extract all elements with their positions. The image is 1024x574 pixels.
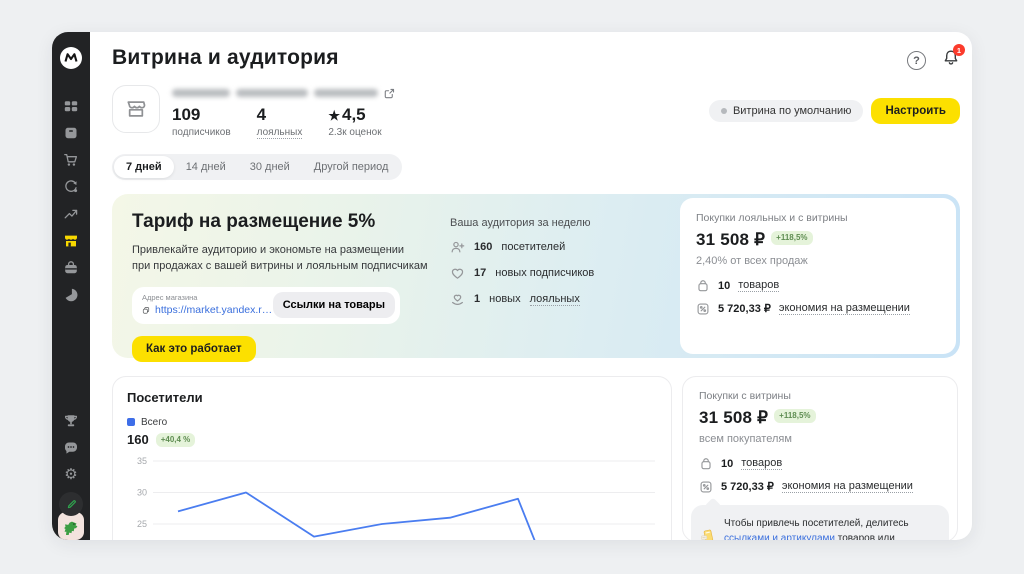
- customers-return-icon[interactable]: [63, 179, 79, 195]
- sidebar: ⚙: [52, 32, 90, 540]
- notifications-bell-icon[interactable]: 1: [942, 44, 965, 72]
- stat-subscribers: 109 подписчиков: [172, 105, 231, 138]
- visitors-title: Посетители: [127, 389, 203, 405]
- percent-icon: [700, 481, 712, 493]
- settings-gear-icon[interactable]: ⚙: [63, 467, 79, 483]
- tab-7-days[interactable]: 7 дней: [114, 155, 174, 178]
- store-name-redacted[interactable]: [172, 86, 395, 100]
- svg-text:30: 30: [137, 487, 147, 497]
- app-window: ⚙ Витрина и аудитория ? 1 109 подписчико…: [52, 32, 972, 540]
- person-plus-icon: [451, 241, 465, 252]
- tab-14-days[interactable]: 14 дней: [174, 156, 238, 178]
- dino-avatar[interactable]: [58, 512, 84, 540]
- percent-icon: [697, 303, 709, 315]
- stat-loyal: 4 лояльных: [256, 105, 303, 139]
- chart-legend[interactable]: Всего: [127, 417, 657, 428]
- notification-count-badge: 1: [953, 44, 965, 56]
- store-summary: 109 подписчиков 4 лояльных ★ 4,5 2.3к оце…: [112, 85, 960, 139]
- store-address-field: Адрес магазина https://market.yandex.ru/…: [132, 286, 400, 324]
- loyal-purchases-delta-badge: +118,5%: [771, 230, 813, 245]
- external-link-icon[interactable]: [384, 88, 395, 99]
- tariff-banner: Тариф на размещение 5% Привлекайте аудит…: [112, 193, 960, 362]
- visitors-delta-badge: +40,4 %: [155, 432, 196, 447]
- products-count-row: 10 товаров: [696, 279, 940, 293]
- savings-link[interactable]: экономия на размещении: [781, 480, 913, 494]
- help-icon[interactable]: ?: [907, 51, 926, 70]
- finance-wallet-icon[interactable]: [63, 260, 79, 276]
- analytics-trend-icon[interactable]: [63, 206, 79, 222]
- products-box-icon[interactable]: [63, 125, 79, 141]
- showcase-storefront-icon[interactable]: [63, 233, 79, 249]
- tab-custom-period[interactable]: Другой период: [302, 156, 401, 178]
- products-link[interactable]: товаров: [738, 279, 780, 293]
- address-label: Адрес магазина: [142, 292, 198, 302]
- main-content: Витрина и аудитория ? 1 109 подписчиков …: [90, 32, 972, 540]
- star-icon: ★: [328, 108, 340, 123]
- heart-hands-icon: [452, 294, 463, 305]
- savings-row: 5 720,33 ₽ экономия на размещении: [699, 480, 941, 494]
- loyal-purchases-amount: 31 508 ₽: [696, 229, 766, 249]
- dashboard-icon[interactable]: [63, 98, 79, 114]
- savings-row: 5 720,33 ₽ экономия на размещении: [696, 302, 940, 316]
- promotion-tip: Чтобы привлечь посетителей, делитесь ссы…: [691, 504, 949, 540]
- period-tabs: 7 дней 14 дней 30 дней Другой период: [112, 153, 403, 180]
- showcase-purchases-delta-badge: +118,5%: [774, 408, 816, 423]
- edit-pencil-icon[interactable]: [59, 492, 83, 516]
- reports-pie-icon[interactable]: [63, 287, 79, 303]
- heart-icon: [451, 268, 464, 279]
- savings-link[interactable]: экономия на размещении: [778, 302, 910, 316]
- svg-text:25: 25: [137, 519, 147, 529]
- store-avatar: [112, 85, 160, 133]
- bag-icon: [698, 279, 708, 291]
- copy-link-icon[interactable]: [142, 304, 150, 317]
- visitors-total: 160: [127, 431, 149, 447]
- achievements-trophy-icon[interactable]: [63, 413, 79, 429]
- configure-button[interactable]: Настроить: [871, 98, 960, 125]
- stat-rating: ★ 4,5 2.3к оценок: [328, 105, 382, 138]
- banner-description: Привлекайте аудиторию и экономьте на раз…: [132, 243, 428, 273]
- products-link[interactable]: товаров: [741, 457, 783, 471]
- default-showcase-badge[interactable]: Витрина по умолчанию: [708, 100, 864, 123]
- page-header: Витрина и аудитория ? 1: [112, 44, 965, 72]
- tab-30-days[interactable]: 30 дней: [238, 156, 302, 178]
- loyal-tooltip-link[interactable]: лояльных: [256, 126, 303, 139]
- page-title: Витрина и аудитория: [112, 46, 339, 69]
- legend-swatch: [127, 418, 135, 427]
- store-url-link[interactable]: https://market.yandex.ru/store--ip-seled…: [155, 304, 273, 316]
- products-count-row: 10 товаров: [699, 457, 941, 471]
- support-chat-icon[interactable]: [63, 440, 79, 456]
- orders-cart-icon[interactable]: [63, 152, 79, 168]
- loyal-purchases-card: Покупки лояльных и с витрины 31 508 ₽ +1…: [680, 197, 956, 354]
- links-articles-link[interactable]: ссылками и артикулами: [724, 533, 835, 540]
- phone-illustration-icon: [701, 529, 714, 540]
- dot-icon: [720, 108, 727, 115]
- promotion-tip-text: Чтобы привлечь посетителей, делитесь ссы…: [724, 516, 937, 540]
- loyal-link[interactable]: лояльных: [529, 293, 580, 306]
- visitors-chart: 35302520: [137, 456, 655, 540]
- how-it-works-button[interactable]: Как это работает: [132, 335, 256, 362]
- showcase-purchases-amount: 31 508 ₽: [699, 407, 769, 427]
- banner-title: Тариф на размещение 5%: [132, 210, 376, 232]
- showcase-purchases-card: Покупки с витрины 31 508 ₽ +118,5% всем …: [682, 375, 958, 540]
- svg-text:35: 35: [137, 456, 147, 466]
- bag-icon: [701, 457, 711, 469]
- market-logo-icon[interactable]: [59, 46, 83, 70]
- visitors-chart-card: Посетители Всего 160 +40,4 % 35302520: [112, 375, 672, 540]
- product-links-button[interactable]: Ссылки на товары: [272, 291, 395, 318]
